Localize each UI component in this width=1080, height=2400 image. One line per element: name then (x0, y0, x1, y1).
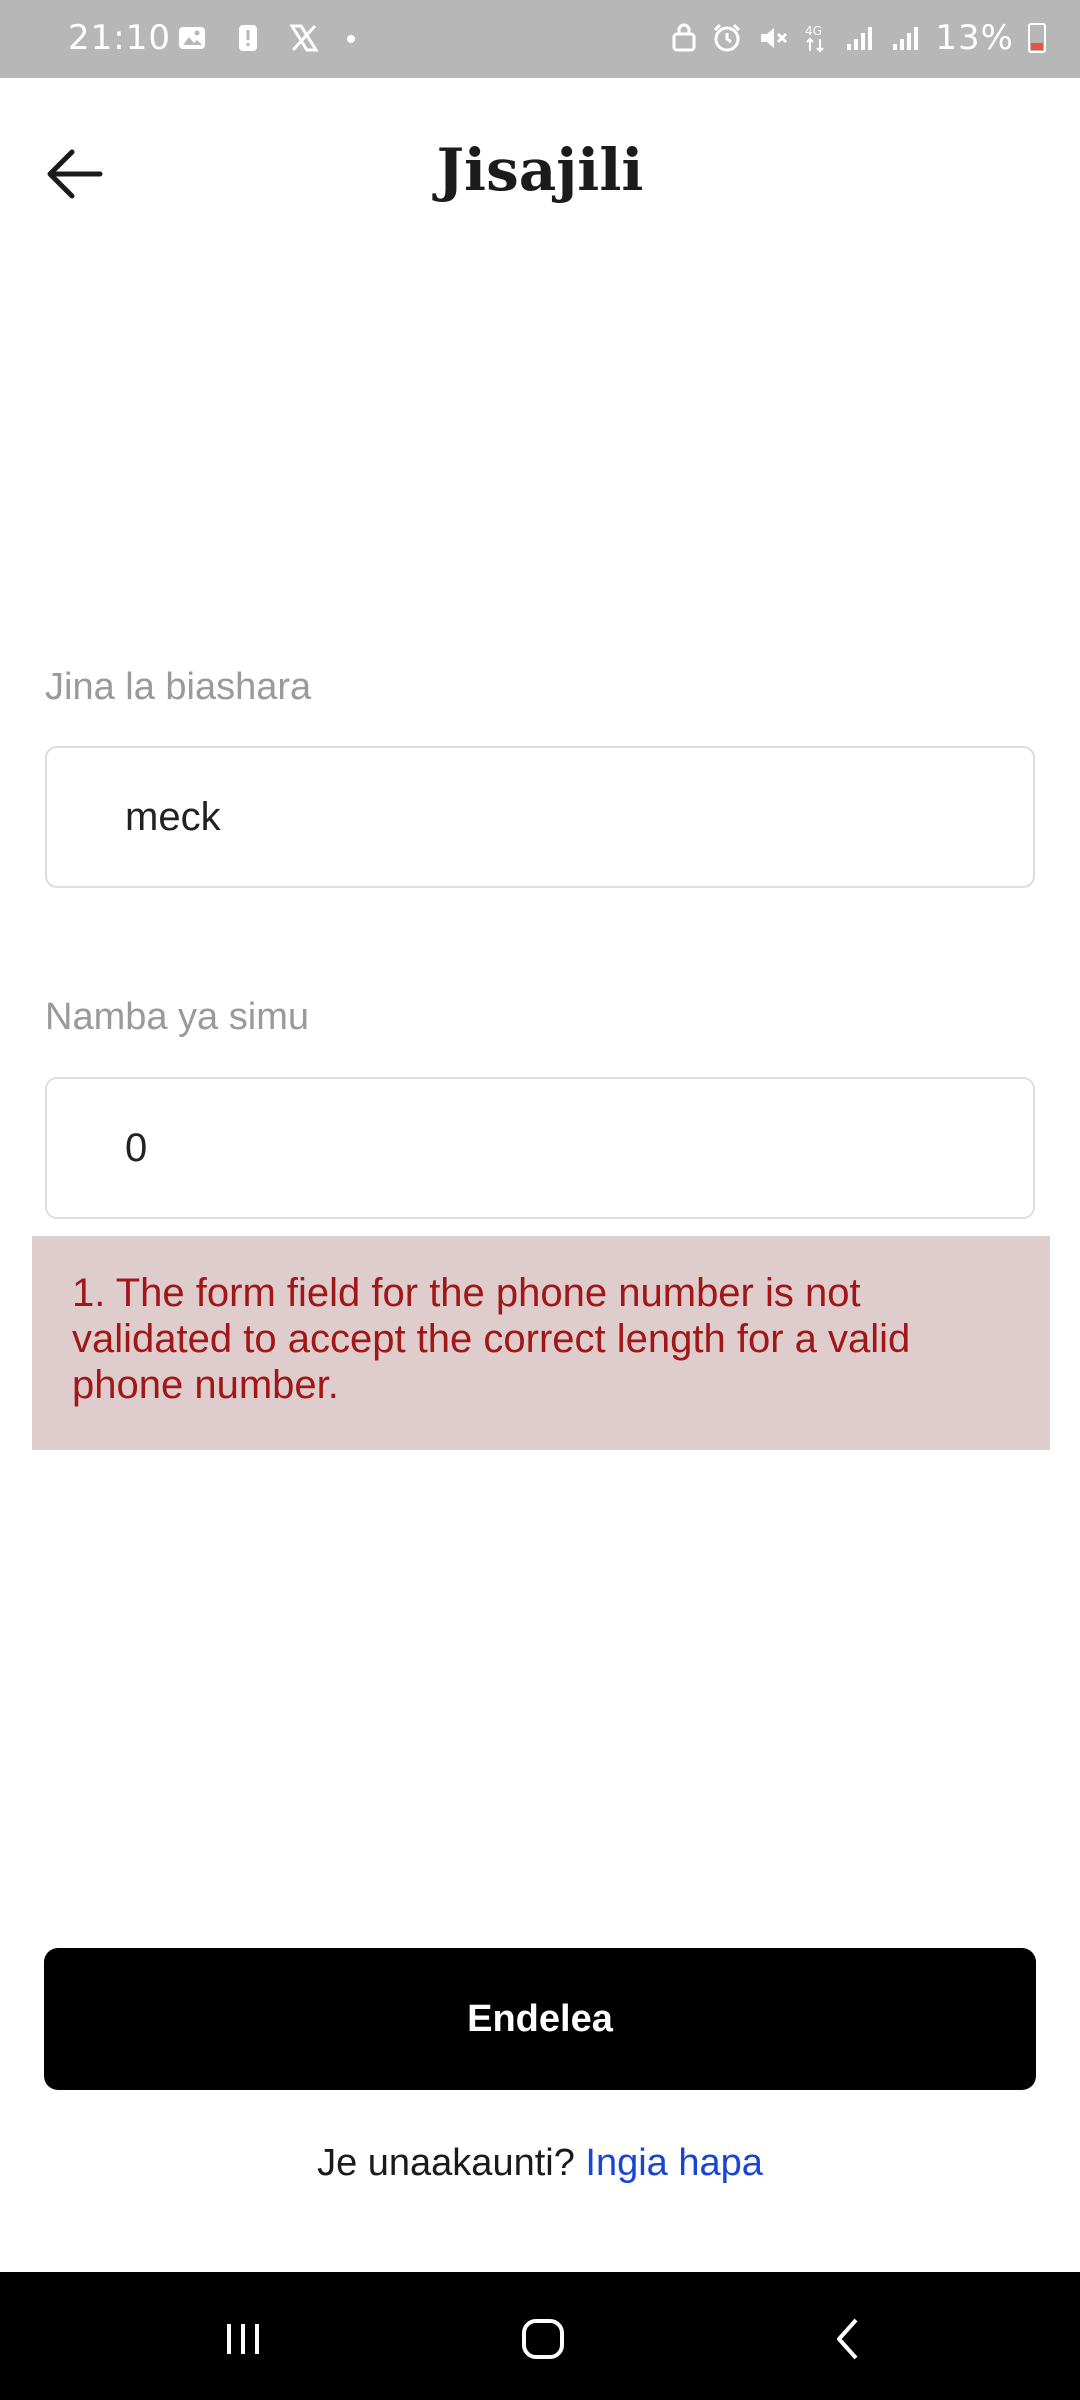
back-icon[interactable] (826, 2316, 872, 2362)
4g-data-icon: 4G (805, 24, 825, 53)
mute-icon (761, 28, 788, 48)
validation-error-box: 1. The form field for the phone number i… (32, 1236, 1050, 1450)
lock-icon (672, 23, 696, 52)
page-title: Jisajili (436, 136, 644, 204)
battery-percent: 13% (935, 18, 1014, 58)
recents-icon[interactable] (220, 2316, 266, 2362)
validation-error-text: 1. The form field for the phone number i… (72, 1271, 911, 1407)
x-app-icon (289, 24, 319, 52)
status-right-icons: 4G 13% (671, 18, 1046, 58)
business-name-value: meck (125, 794, 221, 839)
phone-label: Namba ya simu (45, 996, 309, 1038)
phone-value: 0 (125, 1125, 148, 1170)
system-nav-bar (0, 2272, 1080, 2400)
status-time: 21:10 (68, 18, 171, 58)
phone-input[interactable]: 0 (45, 1077, 1035, 1219)
login-link[interactable]: Ingia hapa (585, 2142, 763, 2184)
signal-icon (847, 27, 873, 50)
business-name-input[interactable]: meck (45, 746, 1035, 888)
business-name-label: Jina la biashara (45, 666, 312, 708)
svg-text:4G: 4G (805, 24, 822, 38)
status-bar: 21:10 4G 13% (0, 0, 1080, 78)
alert-icon (239, 25, 257, 51)
signal-icon (893, 27, 919, 50)
status-left-icons (176, 22, 358, 54)
alarm-icon (714, 23, 741, 52)
battery-low-icon (1028, 23, 1046, 53)
dot-icon (347, 35, 355, 43)
home-icon[interactable] (520, 2316, 566, 2362)
have-account-text: Je unaakaunti? (317, 2142, 575, 2184)
continue-button[interactable]: Endelea (44, 1948, 1036, 2090)
login-prompt: Je unaakaunti? Ingia hapa (0, 2142, 1080, 2185)
image-icon (179, 27, 205, 49)
